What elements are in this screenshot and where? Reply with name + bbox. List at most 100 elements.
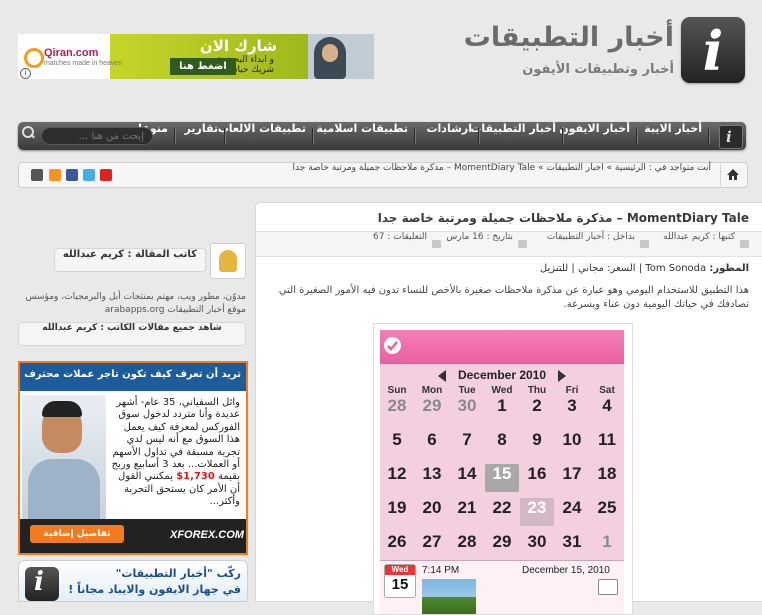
edit-icon — [598, 579, 618, 595]
ad-brand-sub: matches made in heaven — [44, 60, 123, 67]
weekday-label: Tue — [458, 385, 476, 396]
calendar-day: 6 — [427, 430, 437, 449]
forex-ad-text: وائل السفياني، 35 عام- أشهر عديدة وأنا م… — [111, 397, 240, 508]
forex-ad-footer: تفاصيل إضافية XFOREX.COM — [20, 519, 246, 553]
article-title[interactable]: MomentDiary Tale – مذكرة ملاحظات جميلة و… — [378, 211, 749, 225]
calendar-day: 23 — [520, 498, 554, 526]
calendar-day: 30 — [527, 532, 547, 551]
weekday-label: Mon — [421, 385, 443, 396]
calendar-view: December 2010 Sun Mon Tue Wed Thu Fri Sat 28 29 3… — [380, 330, 624, 614]
meta-date: بتاريخ : 16 مارس — [446, 232, 513, 242]
calendar-day: 9 — [532, 430, 542, 449]
nav-item-islamic[interactable]: تطبيقات اسلامية — [316, 122, 408, 150]
article-meta: كتبها : كريم عبدالله بداخل : أخبار التطب… — [256, 231, 762, 257]
forex-ad[interactable]: تريد أن تعرف كيف تكون تاجر عملات محترف ف… — [18, 361, 248, 555]
meta-category[interactable]: بداخل : أخبار التطبيقات — [547, 232, 635, 242]
forex-brand: XFOREX.COM — [170, 529, 244, 541]
entry-date: December 15, 2010 — [522, 565, 610, 576]
calendar-day: 16 — [527, 464, 547, 483]
ad-banner[interactable]: Qiran.com matches made in heaven شارك ال… — [18, 34, 374, 79]
calendar-day: 29 — [422, 396, 442, 415]
calendar-day: 1 — [602, 532, 612, 551]
calendar-day: 31 — [562, 532, 582, 551]
weekday-label: Sun — [387, 385, 407, 396]
calendar-day: 22 — [492, 498, 512, 517]
author-avatar — [210, 243, 246, 279]
user-icon — [740, 240, 749, 248]
calendar-day: 15 — [485, 464, 519, 492]
site-logo[interactable]: i — [681, 17, 745, 83]
calendar-day: 26 — [387, 532, 407, 551]
entry-photo — [422, 579, 476, 614]
forex-details-button[interactable]: تفاصيل إضافية — [30, 525, 124, 543]
next-month-arrow-icon — [558, 370, 566, 382]
developer-label: المطور: — [709, 263, 749, 274]
youtube-icon[interactable] — [100, 169, 112, 181]
calendar-day: 7 — [462, 430, 472, 449]
twitter-icon[interactable] — [83, 169, 95, 181]
search-input[interactable] — [54, 129, 144, 143]
nav-item-iphone[interactable]: أخبار الايفون — [559, 122, 630, 150]
calendar-day: 10 — [562, 430, 582, 449]
instagram-icon[interactable] — [31, 169, 43, 181]
calendar-day: 21 — [457, 498, 477, 517]
calendar-day: 12 — [387, 464, 407, 483]
ad-headline: شارك الان — [199, 37, 277, 55]
meta-comments[interactable]: التعليقات : 67 — [373, 232, 427, 242]
rings-icon — [24, 48, 44, 68]
search-box — [41, 127, 153, 145]
calendar-day: 2 — [532, 396, 542, 415]
download-link[interactable]: للتنزيل — [540, 263, 568, 274]
nav-item-games[interactable]: تطبيقات الالعاب — [218, 122, 306, 150]
developer-name: Tom Sonoda — [645, 263, 707, 274]
facebook-icon[interactable] — [66, 169, 78, 181]
ad-brand: Qiran.com — [44, 47, 99, 59]
calendar-day: 29 — [492, 532, 512, 551]
weekday-label: Fri — [565, 385, 579, 396]
calendar-day: 14 — [457, 464, 477, 483]
author-bio: مدوّن، مطور ويب، مهتم بمنتجات أبل والبرم… — [25, 292, 246, 315]
calendar-toolbar — [380, 330, 624, 364]
breadcrumb-text[interactable]: أنت متواجد في : الرئيسية » اخبار التطبيق… — [293, 163, 711, 173]
nav-item-reports[interactable]: تقارير — [185, 122, 218, 150]
calendar-day: 13 — [422, 464, 442, 483]
nav-item-guides[interactable]: ارشادات — [426, 122, 472, 150]
calendar-day: 19 — [387, 498, 407, 517]
ad-info-icon[interactable]: i — [20, 68, 31, 79]
author-all-posts-link[interactable]: شاهد جميع مقالات الكاتب : كريم عبدالله — [18, 322, 246, 346]
article: MomentDiary Tale – مذكرة ملاحظات جميلة و… — [255, 202, 762, 615]
calendar-day: 27 — [422, 532, 442, 551]
entry-date-badge: Wed 15 — [384, 564, 416, 598]
ad-button[interactable]: اضغط هنا — [170, 58, 236, 75]
weekday-label: Thu — [527, 385, 547, 396]
entry-time: 7:14 PM — [422, 565, 460, 576]
calendar-day: 24 — [562, 498, 582, 517]
calendar-day: 28 — [457, 532, 477, 551]
rss-icon[interactable] — [49, 169, 61, 181]
calendar-month: December 2010 — [457, 368, 547, 382]
author-label: كاتب المقالة : كريم عبدالله — [53, 248, 206, 272]
app-price: السعر: مجاني — [577, 263, 636, 274]
calendar-day: 20 — [422, 498, 442, 517]
ad-model-face — [322, 44, 338, 62]
forex-ad-header: تريد أن تعرف كيف تكون تاجر عملات محترف ف… — [20, 363, 246, 391]
calendar-day: 18 — [597, 464, 617, 483]
app-install-ad[interactable]: i ركّب "أخبار التطبيقات" في جهاز الايفون… — [18, 560, 248, 602]
weekday-label: Wed — [491, 385, 513, 396]
calendar-day: 11 — [598, 430, 616, 449]
article-description: هذا التطبيق للاستخدام اليومي وهو عبارة ع… — [278, 285, 749, 310]
nav-item-ipad[interactable]: أخبار الايبة — [644, 122, 702, 150]
nav-home-icon[interactable]: i — [719, 125, 743, 149]
site-logo-letter: i — [702, 19, 724, 83]
site-title[interactable]: أخبار التطبيقات — [464, 22, 674, 53]
main-nav: i أخبار الايبة أخبار الايفون أخبار التطب… — [18, 122, 746, 150]
app-screenshot[interactable]: December 2010 Sun Mon Tue Wed Thu Fri Sat 28 29 3… — [373, 323, 633, 615]
meta-author[interactable]: كتبها : كريم عبدالله — [663, 232, 735, 242]
nav-item-apps[interactable]: أخبار التطبيقات — [470, 122, 556, 150]
comment-icon — [432, 240, 441, 248]
calendar-day: 17 — [562, 464, 582, 483]
site-subtitle: أخبار وتطبيقات الأيفون — [522, 62, 674, 77]
weekday-label: Sat — [599, 385, 615, 396]
home-icon[interactable] — [720, 164, 745, 186]
app-ad-line1: ركّب "أخبار التطبيقات" — [115, 567, 241, 580]
